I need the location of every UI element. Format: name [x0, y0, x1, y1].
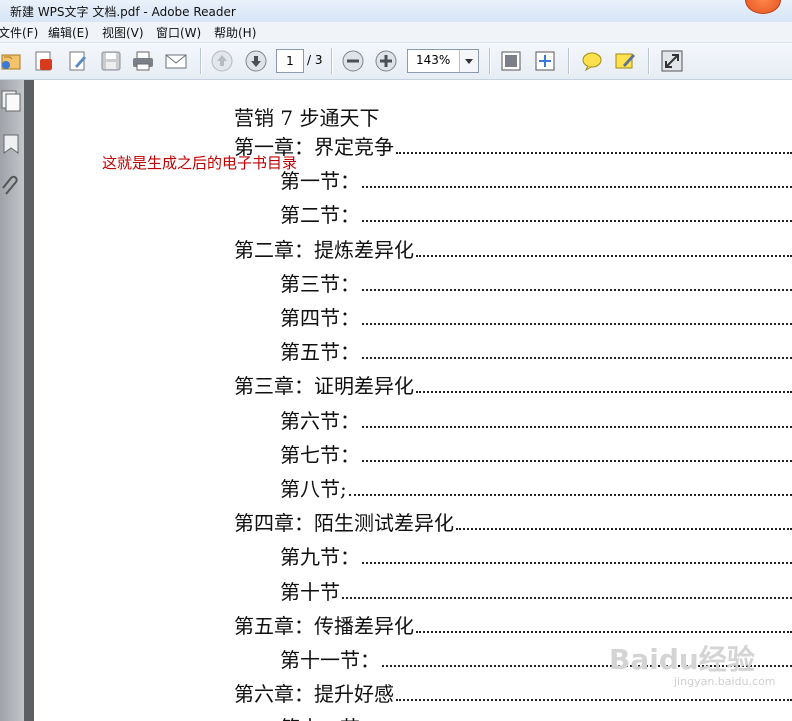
toc-entry-label: 第三节： — [280, 271, 360, 296]
next-page-icon[interactable] — [244, 49, 268, 73]
open-file-icon[interactable] — [0, 49, 24, 73]
toc-entry-label: 第二节： — [280, 203, 360, 228]
zoom-value: 143% — [416, 53, 451, 67]
toc-entry-label: 第五章：传播差异化 — [234, 613, 414, 638]
toc-entry[interactable]: 第五节： — [280, 339, 792, 365]
toc-leader-dots — [362, 459, 792, 462]
annotation-note: 这就是生成之后的电子书目录 — [102, 154, 298, 172]
save-icon[interactable] — [99, 49, 123, 73]
toolbar-separator — [648, 48, 650, 74]
menu-window[interactable]: 窗口(W) — [156, 24, 201, 41]
create-pdf-icon[interactable] — [32, 49, 56, 73]
pages-icon[interactable] — [0, 88, 22, 116]
toc-entry[interactable]: 第二节： — [280, 202, 792, 228]
email-icon[interactable] — [164, 49, 188, 73]
toolbar-separator — [568, 48, 570, 74]
toc-entry-label: 第三章：证明差异化 — [234, 374, 414, 399]
toolbar: 1 / 3 143% — [0, 43, 792, 80]
toc-entry[interactable]: 第五章：传播差异化 — [234, 613, 792, 639]
toc-entry-label: 第十一节： — [280, 648, 380, 672]
panel-divider[interactable] — [24, 80, 34, 721]
toc-leader-dots — [362, 220, 792, 223]
bookmarks-icon[interactable] — [0, 132, 22, 160]
toc-entry-label: 第四章：陌生测试差异化 — [234, 511, 454, 536]
print-icon[interactable] — [131, 49, 155, 73]
toc-leader-dots — [362, 357, 792, 360]
document-title: 营销 7 步通天下 — [234, 106, 380, 130]
toc-entry[interactable]: 第三章：证明差异化 — [234, 373, 792, 399]
navigation-panel — [0, 80, 24, 721]
sign-icon[interactable] — [613, 49, 637, 73]
title-bar: 新建 WPS文字 文档.pdf - Adobe Reader — [0, 0, 792, 22]
menu-help[interactable]: 帮助(H) — [214, 24, 256, 41]
edit-icon[interactable] — [66, 49, 90, 73]
toc-entry-label: 第十节 — [280, 579, 340, 604]
toc-entry[interactable]: 第一章：界定竞争 — [234, 134, 792, 160]
toc-leader-dots — [456, 528, 792, 531]
toc-entry[interactable]: 第九节： — [280, 544, 792, 570]
toc-entry[interactable]: 第一节： — [280, 168, 792, 194]
toc-leader-dots — [362, 562, 792, 565]
menu-edit[interactable]: 编辑(E) — [48, 24, 89, 41]
toc-entry[interactable]: 第八节; — [280, 476, 792, 502]
window-title: 新建 WPS文字 文档.pdf - Adobe Reader — [10, 5, 236, 19]
toc-leader-dots — [362, 186, 792, 189]
page-number-input[interactable]: 1 — [276, 49, 304, 73]
toc-entry[interactable]: 第三节： — [280, 271, 792, 297]
toc-entry[interactable]: 第六节： — [280, 408, 792, 434]
toc-entry-label: 第二章：提炼差异化 — [234, 237, 414, 262]
watermark-url: jingyan.baidu.com — [674, 675, 776, 688]
menu-view[interactable]: 视图(V) — [102, 24, 144, 41]
toc-entry[interactable]: 第四章：陌生测试差异化 — [234, 510, 792, 536]
toolbar-separator — [200, 48, 202, 74]
menu-bar: 文件(F) 编辑(E) 视图(V) 窗口(W) 帮助(H) — [0, 22, 792, 43]
document-page: 营销 7 步通天下 第一章：界定竞争第一节： 第二节： 第二章：提炼差异化第三节： 第… — [34, 80, 792, 721]
toc-leader-dots — [396, 699, 792, 702]
menu-file[interactable]: 文件(F) — [0, 24, 38, 41]
toc-entry-label: 第六章：提升好感 — [234, 682, 394, 707]
toc-entry[interactable]: 第二章：提炼差异化 — [234, 237, 792, 263]
zoom-in-icon[interactable] — [374, 49, 398, 73]
chevron-down-icon[interactable] — [459, 50, 478, 72]
toc-leader-dots — [416, 254, 792, 257]
full-screen-icon[interactable] — [660, 49, 684, 73]
attachments-icon[interactable] — [0, 174, 22, 202]
toc-entry[interactable]: 第十节 — [280, 579, 792, 605]
toc-entry-label: 第七节： — [280, 442, 360, 467]
toc-entry-label: 第八节; — [280, 477, 347, 501]
toc-leader-dots — [416, 391, 792, 394]
zoom-out-icon[interactable] — [341, 49, 365, 73]
toc-entry[interactable]: 第四节： — [280, 305, 792, 331]
toc-leader-dots — [362, 288, 792, 291]
fit-width-icon[interactable] — [533, 49, 557, 73]
toc-leader-dots — [362, 425, 792, 428]
toc-leader-dots — [362, 323, 792, 325]
toc-entry-label: 第四节： — [280, 306, 360, 330]
toc-entry[interactable]: 第七节： — [280, 442, 792, 468]
toolbar-separator — [331, 48, 333, 74]
fit-page-icon[interactable] — [499, 49, 523, 73]
page-count: / 3 — [307, 53, 323, 67]
close-window-button[interactable] — [745, 0, 781, 14]
toc-entry-label: 第九节： — [280, 545, 360, 570]
zoom-select[interactable]: 143% — [407, 49, 479, 73]
toc-entry-label: 第十二节 — [280, 712, 361, 721]
toc-leader-dots — [348, 494, 792, 496]
previous-page-icon[interactable] — [210, 49, 234, 73]
comment-icon[interactable] — [580, 49, 604, 73]
toc-leader-dots — [342, 596, 792, 599]
toc-entry-label: 第六节： — [280, 408, 360, 433]
toc-leader-dots — [396, 152, 792, 154]
toc-entry-label: 第五节： — [280, 340, 360, 365]
toolbar-separator — [489, 48, 491, 74]
toc-entry[interactable]: 第十二节 — [280, 715, 792, 721]
toc-leader-dots — [416, 630, 792, 633]
watermark: Baidu经验 — [609, 643, 755, 676]
